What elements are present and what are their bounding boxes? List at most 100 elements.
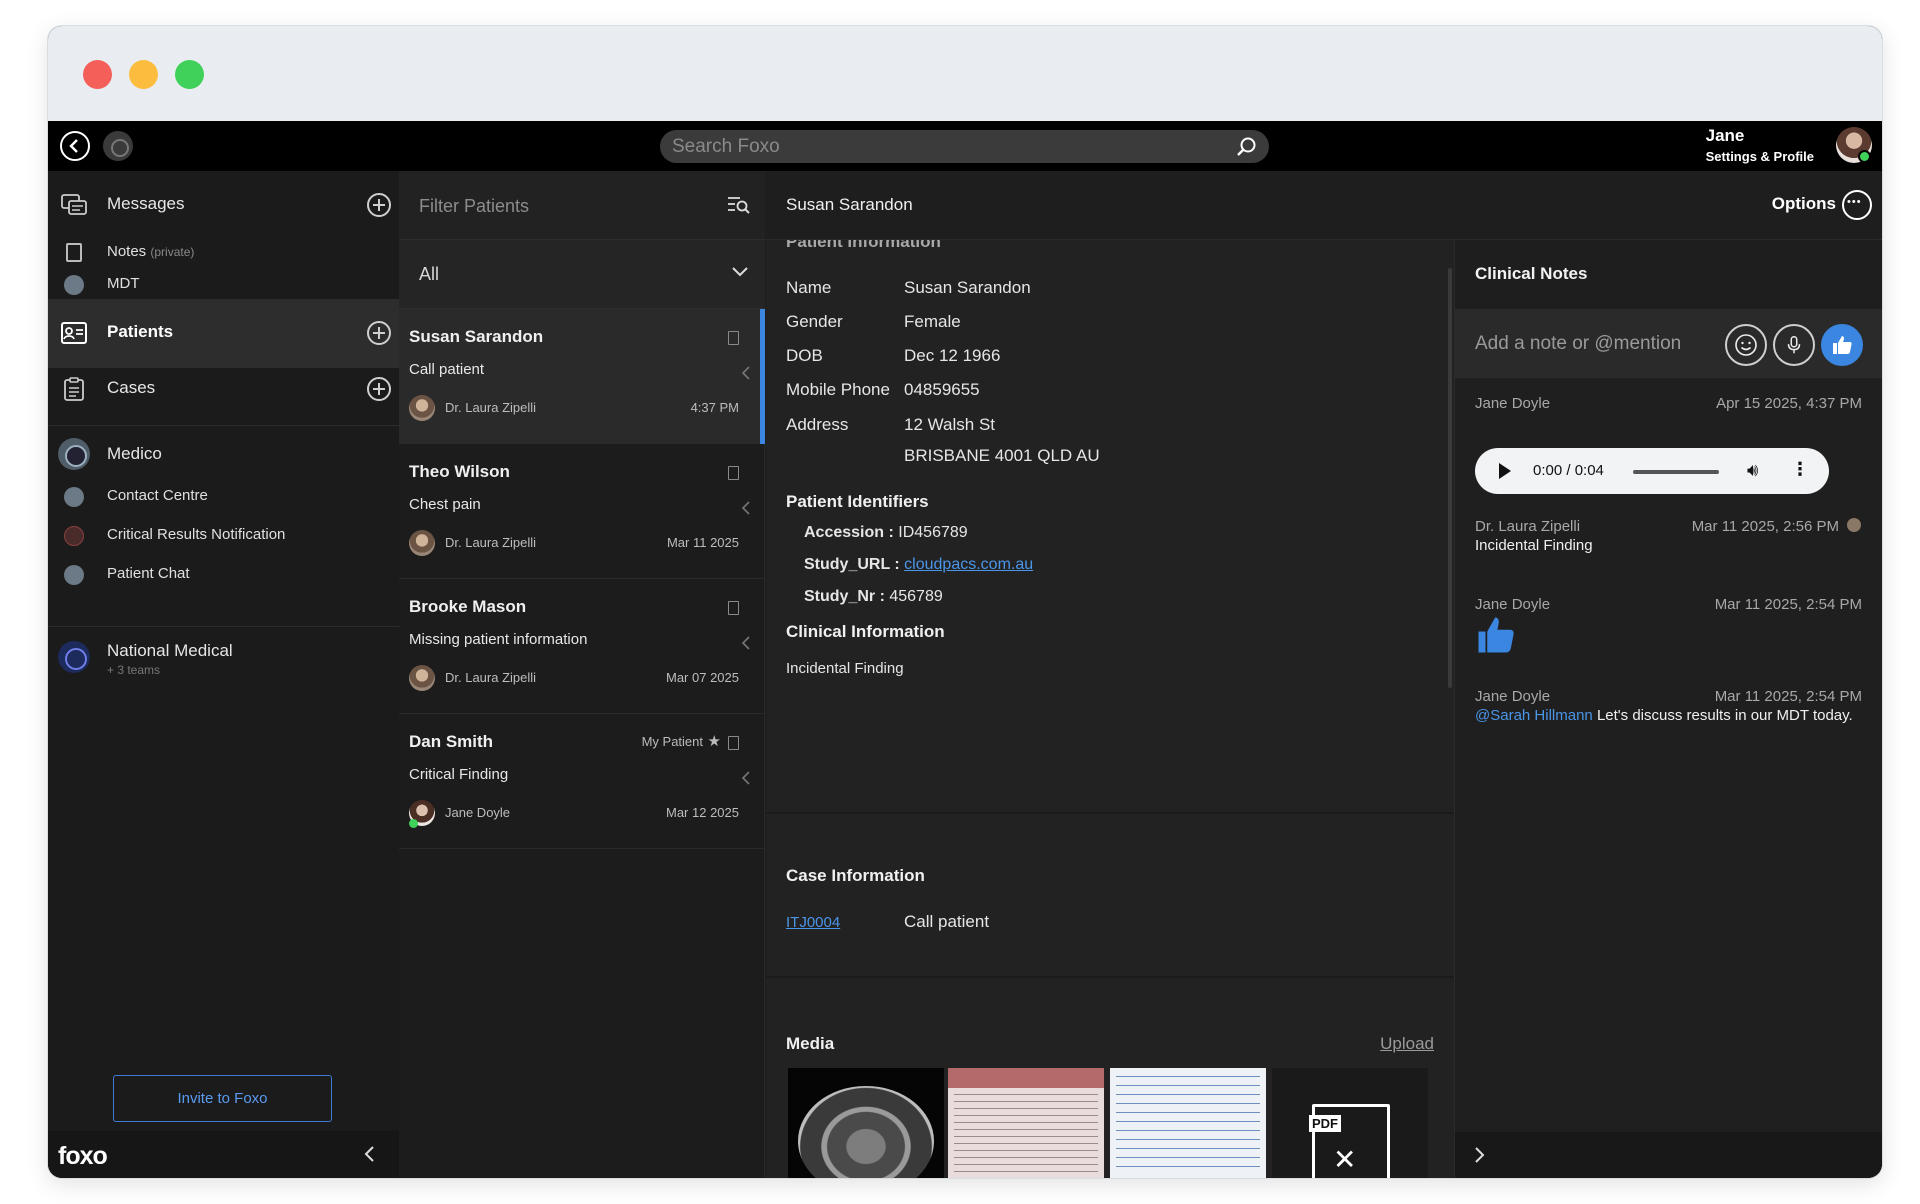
note-text: @Sarah Hillmann Let's discuss results in… <box>1475 703 1855 729</box>
thumbs-up-button[interactable] <box>1821 324 1863 366</box>
mention-link[interactable]: @Sarah Hillmann <box>1475 707 1593 724</box>
voice-note-button[interactable] <box>1773 324 1815 366</box>
media-thumbnail-report[interactable] <box>948 1068 1104 1178</box>
star-icon[interactable]: ★ <box>708 732 721 750</box>
sidebar-item-label: Patients <box>107 322 174 341</box>
search-bar <box>660 130 1269 163</box>
case-id-link[interactable]: ITJ0004 <box>786 914 840 931</box>
sidebar-item-critical-results[interactable]: Critical Results Notification <box>48 520 399 550</box>
avatar <box>409 665 435 691</box>
pdf-icon: PDF ✕ <box>1309 1104 1390 1178</box>
sidebar-item-patient-chat[interactable]: Patient Chat <box>48 559 399 589</box>
clipboard-icon <box>728 601 739 615</box>
filter-search-icon[interactable] <box>727 195 751 215</box>
note-input[interactable] <box>1475 329 1695 359</box>
patient-card[interactable]: Theo Wilson Chest pain Dr. Laura Zipelli… <box>399 444 765 579</box>
assigned-doctor: Jane Doyle <box>445 805 511 820</box>
field-value: Dec 12 1966 <box>904 346 1001 365</box>
identifier-accession: Accession : ID456789 <box>804 524 968 542</box>
more-vertical-icon[interactable]: ⋮ <box>1791 459 1809 480</box>
filter-patients-input[interactable] <box>419 191 719 221</box>
note-composer <box>1455 309 1882 378</box>
collapse-sidebar-icon[interactable] <box>361 1144 379 1164</box>
sidebar-item-label: Notes <box>107 243 147 260</box>
patient-list: All Susan Sarandon Call patient Dr. Laur… <box>399 171 765 1178</box>
sidebar: Messages Notes (private) MDT Patients Ca… <box>48 171 399 1178</box>
sidebar-item-label: Patient Chat <box>107 565 190 582</box>
patient-date: Mar 11 2025 <box>666 535 739 550</box>
note-date: Mar 11 2025, 2:54 PM <box>1714 596 1862 613</box>
assigned-doctor: Dr. Laura Zipelli <box>445 400 537 415</box>
search-icon[interactable] <box>1235 136 1257 158</box>
more-options-icon[interactable] <box>1842 190 1872 220</box>
media-thumbnail-ct-scan[interactable] <box>788 1068 944 1178</box>
search-input[interactable] <box>672 130 1232 163</box>
upload-link[interactable]: Upload <box>1380 1034 1434 1054</box>
media-thumbnail-pdf[interactable]: PDF ✕ <box>1272 1068 1428 1178</box>
sidebar-item-mdt[interactable]: MDT <box>48 269 399 299</box>
assigned-doctor: Dr. Laura Zipelli <box>445 670 537 685</box>
media-title: Media <box>786 1034 835 1053</box>
audio-progress[interactable] <box>1633 470 1719 474</box>
emoji-button[interactable] <box>1725 324 1767 366</box>
org-name[interactable]: Medico <box>107 444 162 464</box>
notes-footer <box>1455 1132 1882 1178</box>
chevron-left-icon <box>741 366 750 380</box>
avatar <box>409 395 435 421</box>
scrollbar[interactable] <box>1448 268 1452 688</box>
sidebar-item-contact-centre[interactable]: Contact Centre <box>48 481 399 511</box>
sidebar-item-label: Messages <box>107 194 185 213</box>
study-url-link[interactable]: cloudpacs.com.au <box>904 556 1033 573</box>
sidebar-item-notes[interactable]: Notes (private) <box>48 237 399 267</box>
close-window-button[interactable] <box>83 60 112 89</box>
add-patient-button[interactable] <box>367 321 391 345</box>
new-message-button[interactable] <box>367 193 391 217</box>
sidebar-item-label: MDT <box>107 275 140 292</box>
chevron-right-icon[interactable] <box>1473 1146 1485 1164</box>
user-menu[interactable]: Jane Settings & Profile <box>1706 126 1814 164</box>
section-title: Patient Information <box>786 240 941 251</box>
patient-name: Brooke Mason <box>409 597 527 616</box>
maximize-window-button[interactable] <box>175 60 204 89</box>
patient-reason: Call patient <box>409 361 485 378</box>
back-button[interactable] <box>60 131 90 161</box>
org-teams-count: + 3 teams <box>107 663 161 677</box>
invite-button[interactable]: Invite to Foxo <box>113 1075 332 1122</box>
clinical-notes-panel: Clinical Notes Jane Doyle Apr 15 2025, 4… <box>1454 240 1882 1178</box>
field-value: Susan Sarandon <box>904 278 1031 297</box>
patient-reason: Chest pain <box>409 496 481 513</box>
notes-icon <box>66 243 82 262</box>
identifier-value: 456789 <box>889 588 943 605</box>
patient-card[interactable]: Susan Sarandon Call patient Dr. Laura Zi… <box>399 309 765 444</box>
divider <box>48 626 399 627</box>
filter-bar <box>399 171 765 240</box>
field-label: Mobile Phone <box>786 380 890 399</box>
chevron-left-icon <box>741 771 750 785</box>
minimize-window-button[interactable] <box>129 60 158 89</box>
field-value: 04859655 <box>904 380 980 399</box>
patient-filter-dropdown[interactable]: All <box>399 240 765 309</box>
note-date: Apr 15 2025, 4:37 PM <box>1716 395 1862 412</box>
private-label: (private) <box>150 245 195 259</box>
sidebar-item-cases[interactable]: Cases <box>48 355 399 423</box>
sidebar-item-messages[interactable]: Messages <box>48 171 399 239</box>
chevron-left-icon <box>741 501 750 515</box>
patient-date: 4:37 PM <box>690 400 739 415</box>
note-text: Incidental Finding <box>1475 537 1593 554</box>
identifier-key: Study_Nr : <box>804 588 885 605</box>
play-icon[interactable] <box>1499 463 1511 479</box>
patient-card[interactable]: Brooke Mason Missing patient information… <box>399 579 765 714</box>
media-thumbnail-document[interactable] <box>1110 1068 1266 1178</box>
patient-card[interactable]: Dan Smith My Patient ★ Critical Finding … <box>399 714 765 849</box>
audio-player[interactable]: 0:00 / 0:04 🔊︎ ⋮ <box>1475 448 1829 494</box>
clipboard-icon <box>64 377 84 401</box>
notes-title: Clinical Notes <box>1475 264 1588 283</box>
add-case-button[interactable] <box>367 377 391 401</box>
camera-button[interactable] <box>103 131 133 161</box>
user-avatar[interactable] <box>1836 127 1872 163</box>
patient-name: Theo Wilson <box>409 462 510 481</box>
patient-card-icon <box>61 322 87 344</box>
options-button[interactable]: Options <box>1772 194 1836 214</box>
settings-profile-link[interactable]: Settings & Profile <box>1706 149 1814 164</box>
volume-icon[interactable]: 🔊︎ <box>1747 460 1758 481</box>
